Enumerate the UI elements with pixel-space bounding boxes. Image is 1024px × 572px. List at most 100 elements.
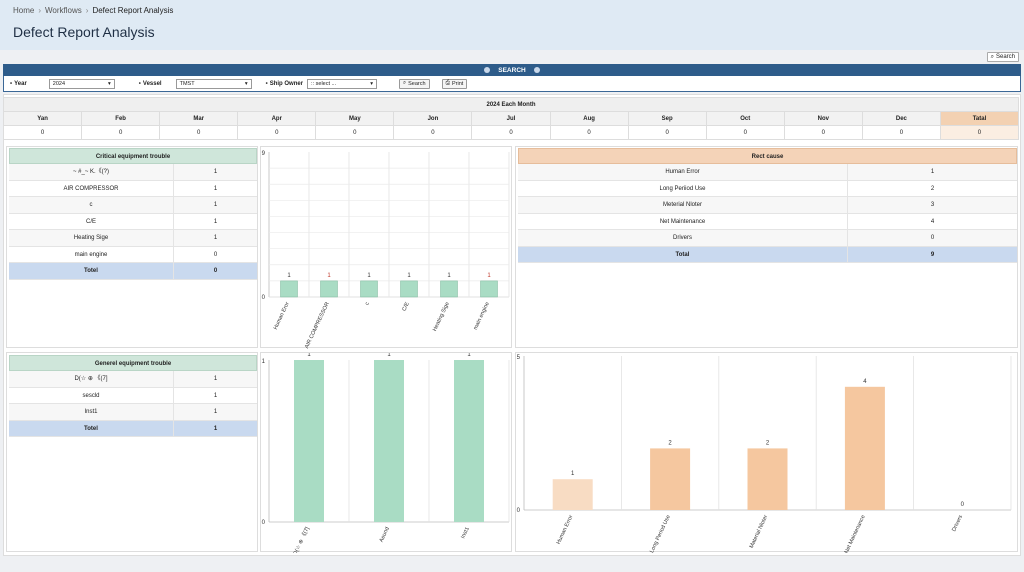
- breadcrumb: Home › Workflows › Defect Report Analysi…: [13, 6, 173, 15]
- x-tick-label: AIR COMPRESSOR: [304, 301, 331, 349]
- critical-row[interactable]: c1: [9, 197, 257, 214]
- chart-bar: [552, 479, 593, 510]
- general-table: Generel equipment trouble D(☆ ⊕ 《(7] 1 ses…: [9, 355, 257, 437]
- month-value: 0: [628, 126, 707, 140]
- month-header: Yan: [3, 112, 83, 126]
- breadcrumb-home[interactable]: Home: [13, 6, 34, 15]
- critical-row-name: main engine: [9, 246, 174, 262]
- ship-owner-select-value: :: select ...: [311, 80, 337, 87]
- ship-owner-select[interactable]: :: select ... ▾: [307, 78, 378, 89]
- general-row-value: 1: [213, 376, 218, 382]
- month-value: 0: [550, 126, 629, 140]
- data-label: 1: [487, 273, 491, 279]
- root-cause-row-name: Long Periiod Use: [518, 180, 848, 196]
- root-cause-total-row: Total 9: [518, 246, 1017, 263]
- general-table-body: D(☆ ⊕ 《(7] 1 sescld 1 Inst1 1 Totel 1: [9, 371, 257, 437]
- chart-bar: [320, 280, 338, 298]
- root-cause-total-label: Total: [518, 246, 848, 262]
- root-cause-title: Rect cause: [518, 148, 1017, 164]
- root-cause-row[interactable]: Meterial Nloter 3: [518, 197, 1017, 214]
- monthly-table-values: 0000000000000: [3, 126, 1020, 140]
- filter-bar: Year 2024 ▾ Vessel TMST ▾ Ship Owner :: …: [3, 76, 1021, 92]
- root-cause-row-value: 0: [930, 235, 935, 241]
- vessel-select[interactable]: TMST ▾: [175, 78, 252, 89]
- data-label: 0: [961, 502, 965, 508]
- data-label: 4: [863, 379, 867, 385]
- chevron-down-icon: ▾: [108, 80, 111, 87]
- general-total-row: Totel 1: [9, 420, 257, 437]
- critical-chart-panel: 9 0 1 Human Eror 1 AIR COMPRESSOR 1 c 1 C/E 1 Heati…: [260, 146, 512, 350]
- month-value: 0: [82, 126, 161, 140]
- general-row[interactable]: D(☆ ⊕ 《(7] 1: [9, 371, 257, 388]
- chart-bar: [400, 280, 418, 298]
- monthly-table-header: Yan Feb Mar Apr May Jon Jul Aug Sep Oct Nov Dec Tata…: [3, 112, 1020, 126]
- search-icon: ⌕: [403, 80, 407, 86]
- month-value: 0: [706, 126, 785, 140]
- critical-row-value: 1: [213, 169, 218, 175]
- chart-bar: [650, 448, 691, 510]
- root-cause-row-value: 4: [930, 218, 935, 225]
- critical-row[interactable]: Heating Sige 1: [9, 230, 257, 247]
- print-button[interactable]: ⎙ Print: [441, 78, 468, 89]
- top-search-button[interactable]: ⌕ Search: [986, 52, 1019, 62]
- search-icon: ⌕: [990, 53, 994, 60]
- x-tick-label: C/E: [401, 301, 410, 312]
- search-panel-toggle[interactable]: SEARCH: [3, 64, 1021, 76]
- critical-row[interactable]: ~ #_~ K.《(?) 1: [9, 164, 257, 181]
- general-row-name: Inst1: [9, 404, 174, 420]
- critical-row[interactable]: AIR COMPRESSOR 1: [9, 180, 257, 197]
- root-cause-panel: Rect cause Human Error 1 Long Periiod Use 2…: [515, 146, 1018, 348]
- critical-table-body: ~ #_~ K.《(?) 1 AIR COMPRESSOR 1 c 1 C/E 1 Heatin…: [9, 164, 257, 280]
- critical-row[interactable]: main engine 0: [9, 246, 257, 263]
- month-value: 0: [784, 126, 863, 140]
- breadcrumb-workflows[interactable]: Workflows: [45, 6, 82, 15]
- root-cause-row-value: 1: [930, 169, 935, 175]
- critical-table-title: Critical equipment trouble: [9, 148, 257, 164]
- x-tick-label: Aeund: [379, 526, 391, 543]
- year-select-value: 2024: [52, 80, 66, 87]
- critical-row-value: 1: [213, 235, 218, 241]
- monthly-table-title: 2024 Each Month: [3, 97, 1019, 112]
- data-label: 1: [307, 353, 311, 358]
- general-row[interactable]: sescld 1: [9, 387, 257, 404]
- critical-row-name: C/E: [9, 213, 174, 229]
- month-value: 0: [472, 126, 551, 140]
- month-header: Feb: [82, 112, 161, 126]
- data-label: 1: [447, 273, 451, 279]
- general-chart-panel: 1 0 1 D(☆ ⊕ 《(7] 1 Aeund 1 Inst1: [260, 352, 512, 556]
- root-cause-row[interactable]: Long Periiod Use 2: [518, 180, 1017, 197]
- month-value: 0: [394, 126, 473, 140]
- data-label: 1: [327, 273, 331, 279]
- general-equipment-chart: 1 0 1 D(☆ ⊕ 《(7] 1 Aeund 1 Inst1: [262, 352, 510, 556]
- chart-bar: [280, 280, 298, 298]
- critical-total-row: Totel 0: [9, 263, 257, 280]
- root-cause-row[interactable]: Drivers 0: [518, 230, 1017, 247]
- month-header: Jon: [394, 112, 473, 126]
- root-cause-total-value: 9: [930, 251, 935, 258]
- data-label: 2: [668, 440, 672, 446]
- general-total-label: Totel: [9, 420, 174, 436]
- month-value: 0: [862, 126, 941, 140]
- y-tick-label: 0: [517, 508, 521, 514]
- data-label: 2: [766, 440, 770, 446]
- year-label: Year: [10, 81, 27, 87]
- general-row[interactable]: Inst1 1: [9, 404, 257, 421]
- search-button[interactable]: ⌕ Search: [399, 78, 430, 89]
- x-tick-label: Long Period Use: [649, 514, 672, 553]
- root-cause-row-name: Meterial Nloter: [518, 197, 848, 213]
- critical-total-label: Totel: [9, 263, 174, 279]
- root-cause-row[interactable]: Net Maintenance 4: [518, 213, 1017, 230]
- vessel-select-value: TMST: [179, 80, 195, 87]
- month-header: May: [316, 112, 395, 126]
- data-label: 1: [367, 273, 371, 279]
- root-cause-row-name: Drivers: [518, 230, 848, 246]
- critical-row[interactable]: C/E 1: [9, 213, 257, 230]
- root-cause-row[interactable]: Human Error 1: [518, 164, 1017, 181]
- chart-bar: [747, 448, 788, 510]
- root-cause-row-value: 3: [930, 202, 935, 208]
- year-select[interactable]: 2024 ▾: [48, 78, 115, 89]
- y-tick-label: 0: [262, 520, 266, 526]
- data-label: 1: [387, 353, 391, 358]
- root-cause-body: Human Error 1 Long Periiod Use 2 Meterial Nl…: [518, 164, 1017, 263]
- x-tick-label: c: [364, 301, 371, 306]
